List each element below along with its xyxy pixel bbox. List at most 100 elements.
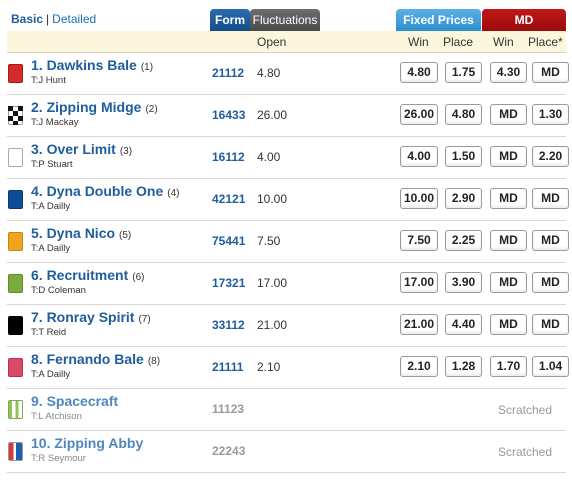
scratched-label: Scratched — [497, 445, 552, 459]
runner-row: 2. Zipping Midge (2) T:J Mackay 16433 26.… — [7, 95, 569, 137]
place-column-header: Place — [443, 35, 474, 49]
trainer-name: T:L Atchison — [31, 411, 82, 422]
fixed-place-price-button[interactable]: 2.90 — [445, 188, 482, 209]
runner-name-link[interactable]: 2. Zipping Midge — [31, 99, 141, 115]
open-price: 7.50 — [257, 234, 281, 248]
trainer-name: T:D Coleman — [31, 285, 86, 296]
trainer-name: T:P Stuart — [31, 159, 73, 170]
md-win-price-button[interactable]: MD — [490, 272, 527, 293]
md-place-column-header: Place* — [528, 35, 563, 49]
basic-view-link[interactable]: Basic — [11, 12, 43, 26]
trainer-name: T:A Dailly — [31, 243, 71, 254]
trainer-name: T:R Seymour — [31, 453, 86, 464]
view-separator: | — [46, 12, 50, 26]
runner-name-link[interactable]: 9. Spacecraft — [31, 393, 118, 409]
form-figures[interactable]: 33112 — [212, 318, 245, 332]
md-win-price-button[interactable]: MD — [490, 146, 527, 167]
jockey-silk-icon — [8, 358, 23, 377]
fixed-place-price-button[interactable]: 3.90 — [445, 272, 482, 293]
md-win-price-button[interactable]: 4.30 — [490, 62, 527, 83]
runner-name-link[interactable]: 3. Over Limit — [31, 141, 116, 157]
fixed-win-price-button[interactable]: 2.10 — [400, 356, 438, 377]
fixed-place-price-button[interactable]: 2.25 — [445, 230, 482, 251]
view-toggle: Basic | Detailed — [11, 12, 96, 26]
runner-name-link[interactable]: 5. Dyna Nico — [31, 225, 115, 241]
jockey-silk-icon — [8, 400, 23, 419]
runner-row: 1. Dawkins Bale (1) T:J Hunt 21112 4.80 4… — [7, 53, 569, 95]
barrier-number: (6) — [132, 272, 145, 283]
fixed-win-price-button[interactable]: 4.80 — [400, 62, 438, 83]
form-figures[interactable]: 16112 — [212, 150, 245, 164]
md-win-price-button[interactable]: MD — [490, 188, 527, 209]
runner-row: 5. Dyna Nico (5) T:A Dailly 75441 7.50 7.… — [7, 221, 569, 263]
open-column-header: Open — [257, 35, 287, 49]
runner-name-link[interactable]: 1. Dawkins Bale — [31, 57, 137, 73]
runner-name-link[interactable]: 7. Ronray Spirit — [31, 309, 134, 325]
open-price: 26.00 — [257, 108, 288, 122]
fixed-win-price-button[interactable]: 21.00 — [400, 314, 438, 335]
tab-form[interactable]: Form — [210, 9, 250, 31]
runner-row: 6. Recruitment (6) T:D Coleman 17321 17.0… — [7, 263, 569, 305]
fixed-place-price-button[interactable]: 1.28 — [445, 356, 482, 377]
runner-name-link[interactable]: 4. Dyna Double One — [31, 183, 163, 199]
trainer-name: T:J Hunt — [31, 75, 66, 86]
trainer-name: T:T Reid — [31, 327, 67, 338]
form-figures[interactable]: 17321 — [212, 276, 245, 290]
barrier-number: (4) — [167, 188, 180, 199]
jockey-silk-icon — [8, 232, 23, 251]
barrier-number: (8) — [147, 356, 161, 367]
barrier-number: (3) — [119, 146, 133, 157]
form-figures[interactable]: 42121 — [212, 192, 245, 206]
fixed-win-price-button[interactable]: 26.00 — [400, 104, 438, 125]
barrier-number: (2) — [145, 104, 158, 115]
fixed-win-price-button[interactable]: 4.00 — [400, 146, 438, 167]
trainer-name: T:A Dailly — [31, 201, 71, 212]
fixed-win-price-button[interactable]: 7.50 — [400, 230, 438, 251]
jockey-silk-icon — [8, 316, 23, 335]
fixed-place-price-button[interactable]: 4.40 — [445, 314, 482, 335]
fixed-place-price-button[interactable]: 4.80 — [445, 104, 482, 125]
scratched-label: Scratched — [497, 403, 552, 417]
md-place-price-button[interactable]: MD — [532, 230, 569, 251]
md-win-price-button[interactable]: 1.70 — [490, 356, 527, 377]
trainer-name: T:J Mackay — [31, 117, 79, 128]
fixed-win-price-button[interactable]: 17.00 — [400, 272, 438, 293]
tab-md[interactable]: MD — [482, 9, 566, 31]
runner-row: 4. Dyna Double One (4) T:A Dailly 42121 1… — [7, 179, 569, 221]
form-figures[interactable]: 21111 — [212, 360, 243, 374]
form-figures[interactable]: 22243 — [212, 444, 245, 458]
md-win-price-button[interactable]: MD — [490, 314, 527, 335]
open-price: 4.00 — [257, 150, 281, 164]
runner-row-scratched: 10. Zipping Abby T:R Seymour 22243 Scrat… — [7, 431, 566, 473]
open-price: 21.00 — [257, 318, 288, 332]
barrier-number: (5) — [119, 230, 132, 241]
open-price: 4.80 — [257, 66, 281, 80]
fixed-place-price-button[interactable]: 1.50 — [445, 146, 482, 167]
open-price: 2.10 — [257, 360, 281, 374]
runner-row: 8. Fernando Bale (8) T:A Dailly 21111 2.1… — [7, 347, 569, 389]
md-win-price-button[interactable]: MD — [490, 230, 527, 251]
tab-fixed-prices[interactable]: Fixed Prices — [396, 9, 481, 31]
runner-name-link[interactable]: 8. Fernando Bale — [31, 351, 144, 367]
barrier-number: (1) — [140, 62, 154, 73]
md-place-price-button[interactable]: 1.30 — [532, 104, 569, 125]
form-figures[interactable]: 75441 — [212, 234, 245, 248]
fixed-place-price-button[interactable]: 1.75 — [445, 62, 482, 83]
form-figures[interactable]: 11123 — [212, 402, 244, 416]
md-place-price-button[interactable]: MD — [532, 314, 569, 335]
detailed-view-link[interactable]: Detailed — [52, 12, 96, 26]
md-place-price-button[interactable]: 1.04 — [532, 356, 569, 377]
md-place-price-button[interactable]: MD — [532, 272, 569, 293]
runner-name-link[interactable]: 10. Zipping Abby — [31, 435, 143, 451]
md-win-price-button[interactable]: MD — [490, 104, 527, 125]
md-place-price-button[interactable]: 2.20 — [532, 146, 569, 167]
open-price: 10.00 — [257, 192, 288, 206]
tab-fluctuations[interactable]: Fluctuations — [250, 9, 320, 31]
md-place-price-button[interactable]: MD — [532, 62, 569, 83]
fixed-win-price-button[interactable]: 10.00 — [400, 188, 438, 209]
runner-name-link[interactable]: 6. Recruitment — [31, 267, 128, 283]
trainer-name: T:A Dailly — [31, 369, 71, 380]
md-place-price-button[interactable]: MD — [532, 188, 569, 209]
form-figures[interactable]: 21112 — [212, 66, 244, 80]
form-figures[interactable]: 16433 — [212, 108, 245, 122]
